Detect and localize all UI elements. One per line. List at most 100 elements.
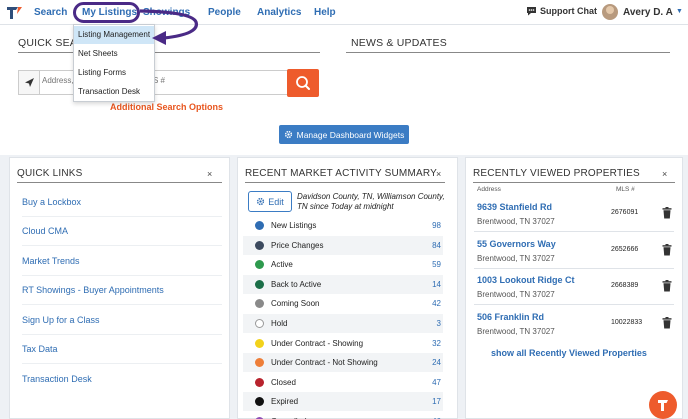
market-activity-count[interactable]: 17: [432, 397, 441, 406]
status-dot-icon: [255, 338, 264, 348]
market-activity-count[interactable]: 42: [432, 299, 441, 308]
location-button[interactable]: [19, 71, 40, 94]
market-activity-row[interactable]: Closed 47: [243, 373, 443, 392]
nav-help[interactable]: Help: [314, 7, 336, 18]
market-activity-label: Under Contract - Not Showing: [271, 358, 378, 368]
status-dot-icon: [255, 260, 264, 270]
property-mls-number: 2676091: [611, 209, 639, 216]
market-activity-count[interactable]: 24: [432, 358, 441, 367]
property-mls-number: 2652666: [611, 245, 639, 253]
property-city: Brentwood, TN 37027: [477, 217, 555, 226]
market-activity-label: Hold: [271, 319, 288, 328]
nav-search[interactable]: Search: [34, 7, 67, 18]
property-address-link[interactable]: 9639 Stanfield Rd: [477, 202, 552, 212]
divider: [17, 182, 222, 183]
status-dot-icon: [255, 299, 264, 309]
quick-link-sign-up-class[interactable]: Sign Up for a Class: [22, 315, 100, 325]
property-address-link[interactable]: 55 Governors Way: [477, 239, 556, 249]
divider: [346, 52, 670, 53]
recently-viewed-title: RECENTLY VIEWED PROPERTIES: [473, 168, 640, 179]
additional-search-options-link[interactable]: Additional Search Options: [110, 102, 223, 112]
edit-button[interactable]: Edit: [248, 191, 292, 212]
brand-logo-icon: [658, 400, 668, 411]
show-all-recently-viewed-link[interactable]: show all Recently Viewed Properties: [491, 348, 647, 358]
close-icon[interactable]: ×: [662, 169, 667, 179]
menu-item-listing-forms[interactable]: Listing Forms: [74, 64, 154, 82]
support-chat-label: Support Chat: [540, 6, 597, 16]
search-icon: [296, 76, 310, 90]
property-city: Brentwood, TN 37027: [477, 326, 555, 336]
quick-search-title: QUICK SEA: [18, 37, 77, 49]
quick-links-title: QUICK LINKS: [17, 168, 83, 179]
trash-icon[interactable]: [662, 207, 672, 219]
quick-link-tax-data[interactable]: Tax Data: [22, 344, 58, 354]
manage-dashboard-widgets-button[interactable]: Manage Dashboard Widgets: [279, 125, 409, 144]
market-activity-label: New Listings: [271, 221, 317, 230]
help-chat-button[interactable]: [649, 391, 677, 419]
nav-people[interactable]: People: [208, 7, 241, 18]
market-activity-row[interactable]: Under Contract - Showing 32: [243, 334, 443, 353]
market-activity-row[interactable]: Hold 3: [243, 314, 443, 333]
market-activity-label: Closed: [271, 377, 296, 387]
market-activity-row[interactable]: Price Changes 84: [243, 235, 443, 255]
close-icon[interactable]: ×: [207, 169, 212, 179]
market-activity-label: Price Changes: [271, 240, 324, 250]
market-activity-title: RECENT MARKET ACTIVITY SUMMARY: [245, 168, 437, 179]
user-name[interactable]: Avery D. A: [623, 7, 673, 18]
market-activity-count[interactable]: 98: [432, 221, 441, 230]
property-address-link[interactable]: 1003 Lookout Ridge Ct: [477, 275, 575, 285]
market-activity-label: Expired: [271, 397, 299, 407]
divider: [18, 52, 320, 53]
market-activity-row[interactable]: Back to Active 14: [243, 274, 443, 294]
menu-item-transaction-desk[interactable]: Transaction Desk: [74, 83, 154, 101]
close-icon[interactable]: ×: [436, 169, 441, 179]
support-chat-link[interactable]: Support Chat: [526, 6, 597, 16]
annotation-arrow-icon: [140, 9, 198, 45]
market-activity-description: Davidson County, TN, Williamson County, …: [297, 192, 445, 211]
market-activity-count[interactable]: 59: [432, 260, 441, 269]
market-activity-count[interactable]: 3: [437, 319, 441, 328]
quick-link-transaction-desk[interactable]: Transaction Desk: [22, 374, 92, 384]
trash-icon[interactable]: [662, 280, 672, 292]
market-activity-count[interactable]: 32: [432, 339, 441, 348]
nav-analytics[interactable]: Analytics: [257, 7, 301, 18]
market-activity-row[interactable]: Cancelled46: [243, 412, 443, 419]
divider: [22, 363, 222, 364]
market-activity-row[interactable]: Active 59: [243, 255, 443, 274]
market-activity-count[interactable]: 47: [432, 378, 441, 387]
quick-link-buy-lockbox[interactable]: Buy a Lockbox: [22, 197, 81, 207]
status-dot-icon: [255, 240, 264, 250]
market-activity-row[interactable]: Expired 17: [243, 392, 443, 412]
trash-icon[interactable]: [662, 316, 672, 329]
quick-link-market-trends[interactable]: Market Trends: [22, 256, 80, 266]
address-column-header: Address: [477, 186, 501, 193]
market-activity-row[interactable]: New Listings 98: [243, 216, 443, 235]
quick-link-rt-showings[interactable]: RT Showings - Buyer Appointments: [22, 285, 164, 295]
status-dot-icon: [255, 221, 264, 230]
market-activity-label: Back to Active: [271, 279, 322, 289]
search-button[interactable]: [287, 69, 319, 97]
news-title: NEWS & UPDATES: [351, 37, 447, 49]
mls-column-header: MLS #: [616, 186, 635, 193]
property-city: Brentwood, TN 37027: [477, 253, 555, 263]
chevron-down-icon[interactable]: ▼: [676, 8, 683, 15]
divider: [22, 275, 222, 276]
property-address-link[interactable]: 506 Franklin Rd: [477, 312, 544, 322]
divider: [22, 216, 222, 217]
divider: [474, 304, 674, 305]
avatar[interactable]: [602, 4, 618, 20]
market-activity-count[interactable]: 14: [432, 280, 441, 289]
annotation-highlight: [73, 2, 140, 23]
property-city: Brentwood, TN 37027: [477, 290, 555, 299]
app-logo-icon[interactable]: [5, 4, 25, 21]
edit-label: Edit: [268, 196, 284, 207]
status-dot-icon: [255, 319, 264, 328]
quick-link-cloud-cma[interactable]: Cloud CMA: [22, 226, 68, 236]
trash-icon[interactable]: [662, 243, 672, 256]
market-activity-row[interactable]: Coming Soon 42: [243, 294, 443, 313]
divider: [22, 304, 222, 305]
recently-viewed-panel: RECENTLY VIEWED PROPERTIES × Address MLS…: [465, 157, 683, 419]
market-activity-count[interactable]: 84: [432, 241, 441, 250]
gear-icon: [257, 197, 265, 206]
market-activity-row[interactable]: Under Contract - Not Showing 24: [243, 353, 443, 373]
